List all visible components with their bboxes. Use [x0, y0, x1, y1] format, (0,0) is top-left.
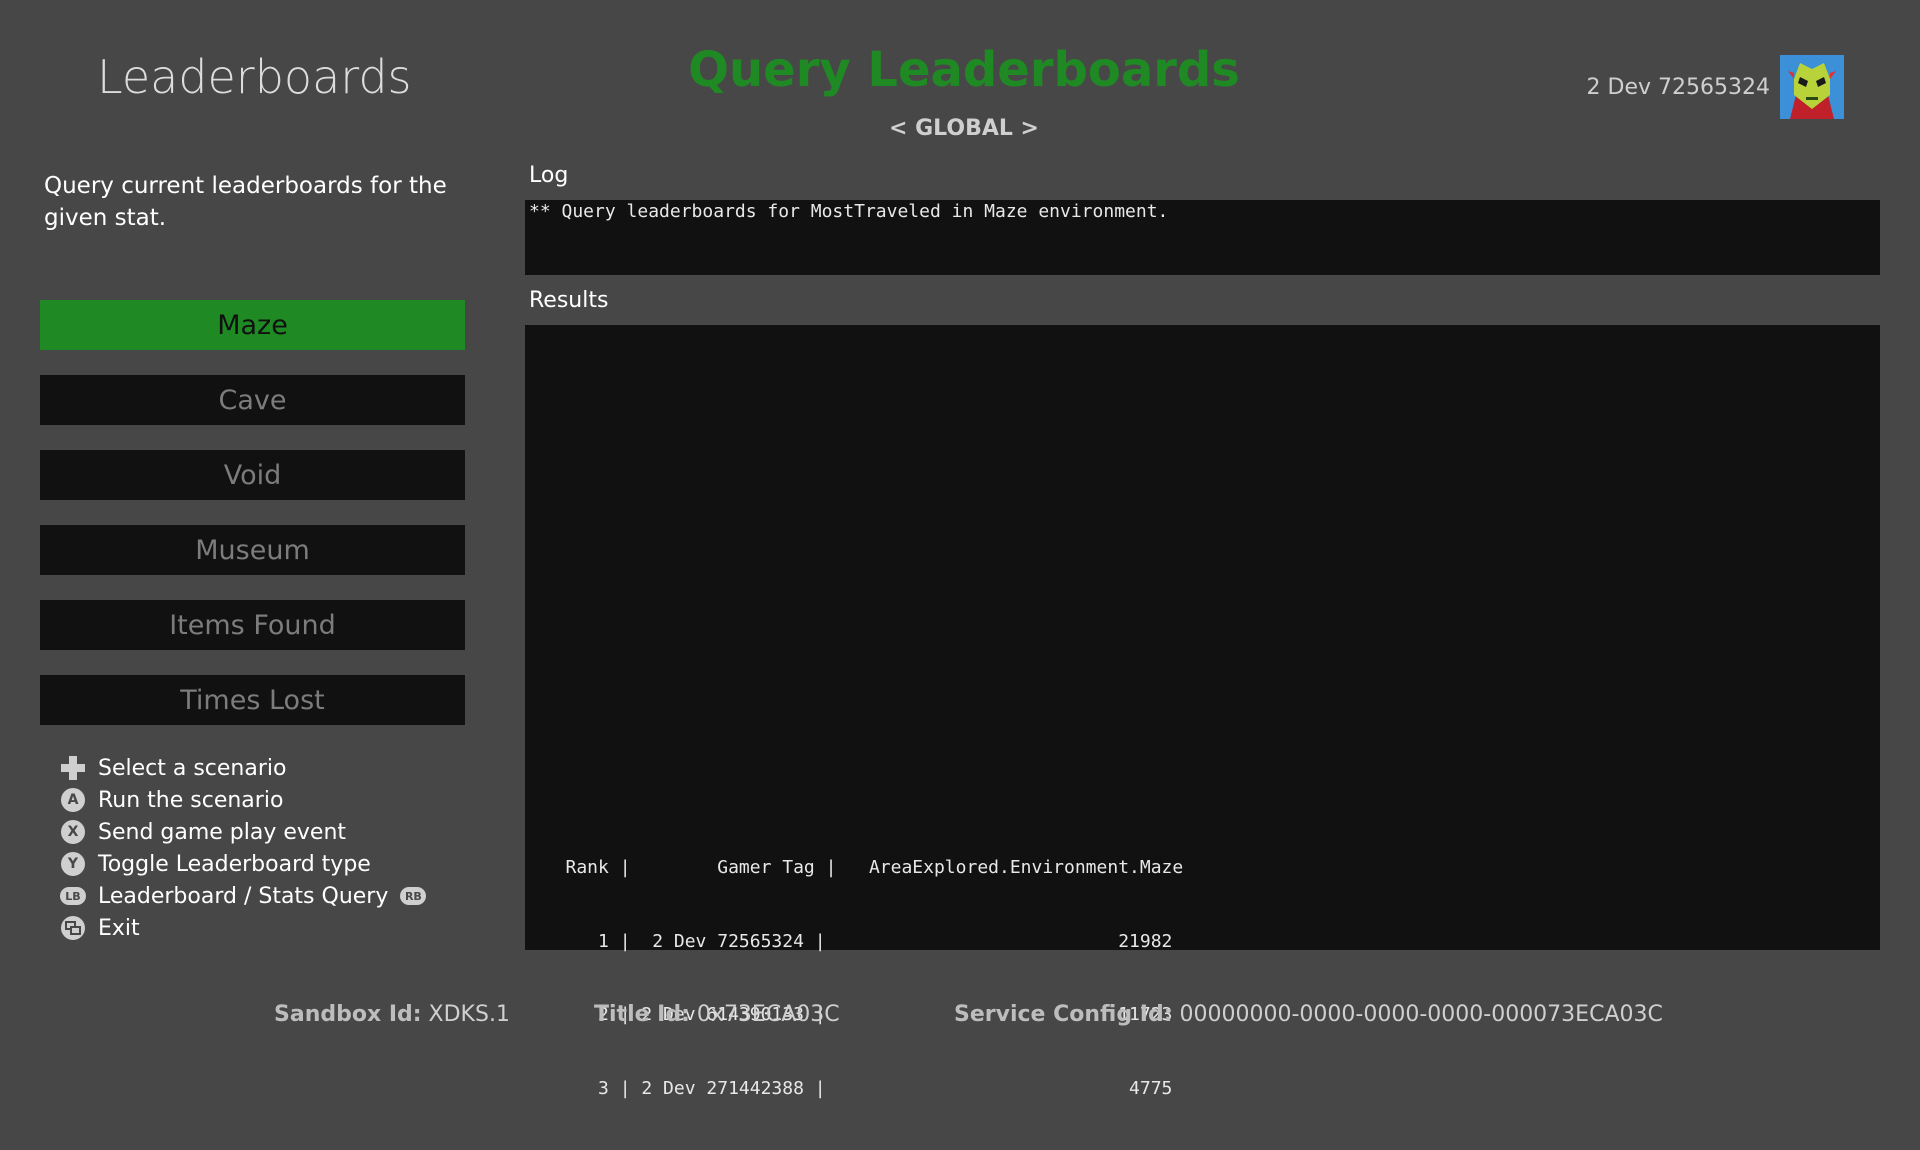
menu-item-times-lost[interactable]: Times Lost	[40, 675, 465, 725]
avatar	[1780, 55, 1844, 119]
view-button-icon	[60, 915, 86, 941]
help-row-select: Select a scenario	[60, 752, 438, 784]
scenario-description: Query current leaderboards for the given…	[44, 173, 447, 231]
log-line: ** Query leaderboards for MostTraveled i…	[529, 201, 1169, 222]
sandbox-id-key: Sandbox Id:	[274, 1002, 422, 1027]
service-config-id-key: Service Config Id:	[954, 1002, 1173, 1027]
sandbox-id-value: XDKS.1	[428, 1002, 510, 1027]
results-header-row: Rank | Gamer Tag | AreaExplored.Environm…	[533, 857, 1184, 878]
results-row: 1 | 2 Dev 72565324 | 21982	[533, 930, 1173, 952]
log-label: Log	[529, 163, 569, 188]
results-row: 3 | 2 Dev 271442388 | 4775	[533, 1077, 1173, 1099]
help-label: Exit	[98, 915, 140, 941]
help-row-event: X Send game play event	[60, 816, 438, 848]
help-label: Run the scenario	[98, 787, 284, 813]
help-row-exit: Exit	[60, 912, 438, 944]
lb-button-icon: LB	[60, 883, 86, 909]
menu-item-cave[interactable]: Cave	[40, 375, 465, 425]
service-config-id: Service Config Id: 00000000-0000-0000-00…	[954, 1002, 1663, 1027]
results-label: Results	[529, 288, 609, 313]
help-row-query: LB Leaderboard / Stats Query RB	[60, 880, 438, 912]
results-table: Rank | Gamer Tag | AreaExplored.Environm…	[533, 807, 1184, 1150]
rb-button-icon: RB	[400, 883, 427, 909]
x-button-icon: X	[60, 819, 86, 845]
service-config-id-value: 00000000-0000-0000-0000-000073ECA03C	[1179, 1002, 1663, 1027]
title-id-value: 0x73ECA03C	[696, 1002, 840, 1027]
menu-item-items-found[interactable]: Items Found	[40, 600, 465, 650]
results-panel[interactable]: Rank | Gamer Tag | AreaExplored.Environm…	[525, 325, 1880, 1099]
help-label: Send game play event	[98, 819, 347, 845]
help-label: Toggle Leaderboard type	[98, 851, 371, 877]
menu-item-maze[interactable]: Maze	[40, 300, 465, 350]
sandbox-id: Sandbox Id: XDKS.1	[274, 1002, 510, 1027]
help-row-run: A Run the scenario	[60, 784, 438, 816]
title-id-key: Title Id:	[594, 1002, 690, 1027]
a-button-icon: A	[60, 787, 86, 813]
controller-help: Select a scenario A Run the scenario X S…	[60, 752, 438, 944]
help-label: Leaderboard / Stats Query	[98, 883, 389, 909]
help-row-toggle: Y Toggle Leaderboard type	[60, 848, 438, 880]
help-label: Select a scenario	[98, 755, 287, 781]
user-gamertag: 2 Dev 72565324	[1586, 74, 1770, 100]
scenario-menu: Maze Cave Void Museum Items Found Times …	[40, 300, 465, 750]
menu-item-void[interactable]: Void	[40, 450, 465, 500]
log-panel[interactable]: ** Query leaderboards for MostTraveled i…	[525, 200, 1880, 275]
menu-item-museum[interactable]: Museum	[40, 525, 465, 575]
leaderboard-scope-toggle[interactable]: < GLOBAL >	[0, 116, 1920, 141]
dpad-icon	[60, 755, 86, 781]
title-id: Title Id: 0x73ECA03C	[594, 1002, 840, 1027]
y-button-icon: Y	[60, 851, 86, 877]
user-profile: 2 Dev 72565324	[1587, 55, 1844, 119]
